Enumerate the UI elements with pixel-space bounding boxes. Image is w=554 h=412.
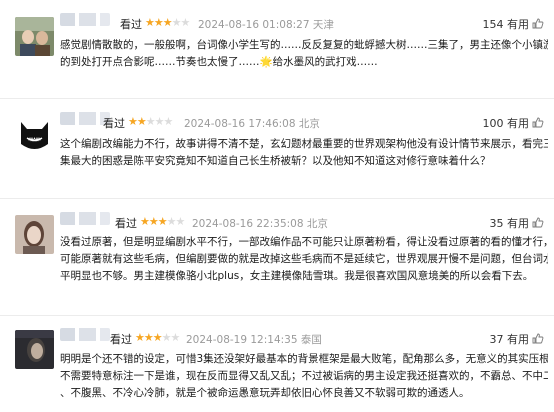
star-empty-icon: ★ [175,215,186,228]
useful-count: 35 有用 [489,217,530,230]
useful-count: 154 有用 [482,18,530,31]
comment-text: 明明是个还不错的设定，可惜3集还没架好最基本的背景框架是最大败笔，配角那么多，无… [60,351,548,402]
useful-button[interactable]: 35 有用 [490,215,545,231]
star-empty-icon: ★ [163,115,174,128]
comment-item: 看过 ★★★★★ 2024-08-19 12:14:35 泰国 37 有用 明明… [0,316,554,412]
comment-item: 看过 ★★★★★ 2024-08-16 01:08:27 天津 154 有用 感… [0,0,554,99]
watched-label: 看过 [110,333,132,346]
watched-label: 看过 [120,18,142,31]
comment-line: 这个编剧改编能力不行，故事讲得不清不楚，玄幻题材最重要的世界观架构他没有设计情节… [60,138,548,150]
useful-button[interactable]: 100 有用 [483,115,545,131]
username-blurred[interactable] [60,13,110,26]
avatar[interactable] [15,17,54,56]
comment-text: 这个编剧改编能力不行，故事讲得不清不楚，玄幻题材最重要的世界观架构他没有设计情节… [60,136,548,170]
thumbs-up-icon [532,333,544,344]
star-rating: ★★★★★ [128,115,174,128]
watched-label: 看过 [103,117,125,130]
comment-line: 集最大的困惑是陈平安究竟知不知道自己长生桥被斩？以及他知不知道这对修行意味着什么… [60,155,491,167]
comment-date: 2024-08-19 12:14:35 [186,334,298,346]
star-empty-icon: ★ [145,115,156,128]
comment-line: 没看过原著，但是明显编剧水平不行，一部改编作品不可能只让原著粉看，得让没看过原著… [60,236,548,248]
comment-location: 泰国 [300,334,322,346]
star-empty-icon: ★ [171,16,182,29]
star-filled-icon: ★ [152,331,163,344]
star-empty-icon: ★ [154,115,165,128]
useful-count: 37 有用 [489,333,530,346]
avatar[interactable] [15,114,54,153]
comment-location: 北京 [298,118,320,130]
useful-count: 100 有用 [482,117,530,130]
star-empty-icon: ★ [166,215,177,228]
comment-text: 感觉剧情散散的，一般般啊，台词像小学生写的……反反复复的蚍蜉撼大树……三集了，男… [60,37,548,71]
comment-meta: 2024-08-16 17:46:08 北京 [184,116,320,131]
useful-button[interactable]: 154 有用 [483,16,545,32]
star-filled-icon: ★ [153,16,164,29]
thumbs-up-icon [532,217,544,228]
useful-button[interactable]: 37 有用 [490,331,545,347]
comment-meta: 2024-08-16 01:08:27 天津 [198,17,334,32]
star-filled-icon: ★ [162,16,173,29]
star-filled-icon: ★ [148,215,159,228]
comment-location: 天津 [312,19,334,31]
comment-date: 2024-08-16 22:35:08 [192,218,304,230]
star-empty-icon: ★ [170,331,181,344]
star-rating: ★★★★★ [145,16,191,29]
username-blurred[interactable] [60,328,110,341]
comment-line: 的到处打开点合影呢……节奏也太慢了……🌟给水墨风的武打戏…… [60,56,378,68]
watched-label: 看过 [115,217,137,230]
comment-meta: 2024-08-16 22:35:08 北京 [192,216,328,231]
comment-line: 、不腹黑、不冷心冷肺，就是个被命运愚意玩弄却依旧心怀良善又不软弱可欺的通透人。 [60,387,470,399]
comment-location: 北京 [306,218,328,230]
star-empty-icon: ★ [161,331,172,344]
thumbs-up-icon [532,18,544,29]
star-filled-icon: ★ [135,331,145,344]
comment-item: 看过 ★★★★★ 2024-08-16 22:35:08 北京 35 有用 没看… [0,199,554,316]
username-blurred[interactable] [60,212,110,225]
star-rating: ★★★★★ [135,331,181,344]
comment-line: 不需要特意标注一下是谁，现在反而显得又乱又乱；不过被诟病的男主设定我还挺喜欢的，… [60,370,548,382]
star-filled-icon: ★ [136,115,147,128]
star-filled-icon: ★ [128,115,138,128]
star-filled-icon: ★ [143,331,154,344]
star-filled-icon: ★ [157,215,168,228]
comment-date: 2024-08-16 01:08:27 [198,19,310,31]
comment-text: 没看过原著，但是明显编剧水平不行，一部改编作品不可能只让原著粉看，得让没看过原著… [60,234,548,285]
thumbs-up-icon [532,117,544,128]
comment-line: 平明显也不够。男主建模像骆小北plus，女主建模像陆雪琪。我是很喜欢国风意境美的… [60,270,534,282]
avatar[interactable] [15,330,54,369]
comment-line: 感觉剧情散散的，一般般啊，台词像小学生写的……反反复复的蚍蜉撼大树……三集了，男… [60,39,548,51]
comment-line: 可能原著就有这些毛病，但编剧要做的就是改掉这些毛病而不是延续它，世界观展开慢不是… [60,253,548,265]
star-empty-icon: ★ [180,16,191,29]
comment-item: 看过 ★★★★★ 2024-08-16 17:46:08 北京 100 有用 这… [0,99,554,199]
comment-date: 2024-08-16 17:46:08 [184,118,296,130]
star-rating: ★★★★★ [140,215,186,228]
avatar[interactable] [15,215,54,254]
star-filled-icon: ★ [145,16,155,29]
comment-line: 明明是个还不错的设定，可惜3集还没架好最基本的背景框架是最大败笔，配角那么多，无… [60,353,548,365]
star-filled-icon: ★ [140,215,150,228]
comment-meta: 2024-08-19 12:14:35 泰国 [186,332,322,347]
